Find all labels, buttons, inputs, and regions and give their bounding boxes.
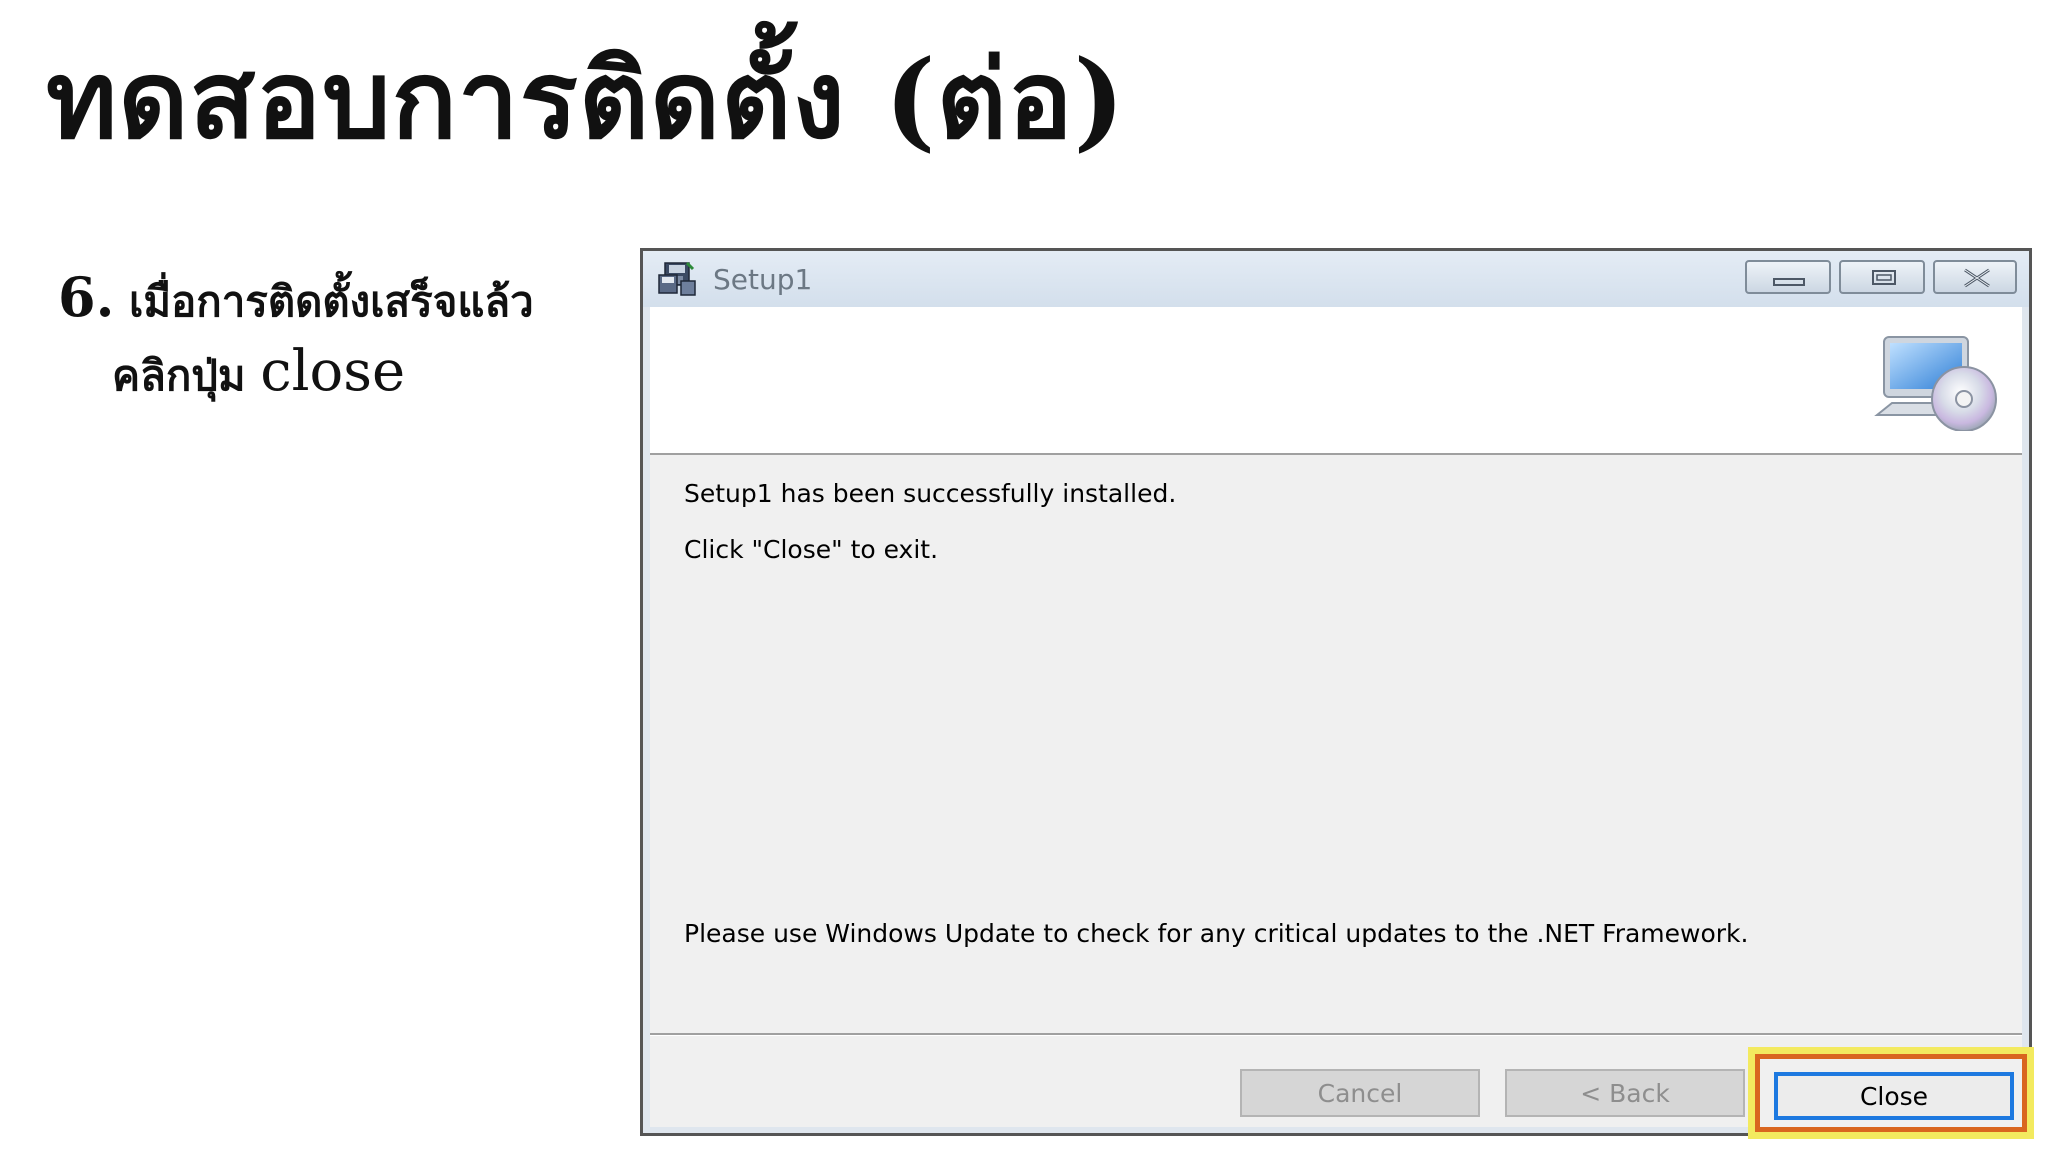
setup-window: Setup1 Setup1 has been successfully inst… — [640, 248, 2034, 1139]
footer-divider — [650, 1033, 2022, 1036]
close-icon — [1964, 268, 1990, 288]
step-line-1: 6. เมื่อการติดตั้งเสร็จแล้ว — [58, 262, 618, 337]
minimize-icon — [1773, 278, 1805, 286]
step-line-1-text: เมื่อการติดตั้งเสร็จแล้ว — [129, 277, 534, 326]
slide-title: ทดสอบการติดตั้ง (ต่อ) — [46, 37, 1126, 163]
maximize-icon — [1872, 270, 1896, 285]
step-instruction: 6. เมื่อการติดตั้งเสร็จแล้ว คลิกปุ่ม clo… — [58, 262, 618, 411]
cancel-button[interactable]: Cancel — [1240, 1069, 1480, 1117]
back-button[interactable]: < Back — [1505, 1069, 1745, 1117]
step-number: 6. — [58, 265, 115, 329]
close-button[interactable]: Close — [1774, 1072, 2014, 1120]
step-line-2-thai: คลิกปุ่ม — [112, 351, 246, 400]
exit-instruction: Click "Close" to exit. — [684, 535, 939, 564]
installer-floppy-icon — [657, 261, 697, 297]
minimize-button[interactable] — [1745, 260, 1831, 294]
window-close-button[interactable] — [1933, 260, 2017, 294]
title-bar[interactable]: Setup1 — [643, 251, 2029, 307]
header-banner — [650, 307, 2022, 455]
step-line-2: คลิกปุ่ม close — [58, 337, 618, 411]
window-client-area: Setup1 has been successfully installed. … — [650, 307, 2034, 1139]
window-title: Setup1 — [713, 263, 813, 296]
maximize-button[interactable] — [1839, 260, 1925, 294]
step-line-2-en: close — [260, 339, 406, 404]
computer-cd-icon — [1874, 333, 2006, 432]
update-notice: Please use Windows Update to check for a… — [684, 919, 1749, 948]
success-message: Setup1 has been successfully installed. — [684, 479, 1177, 508]
